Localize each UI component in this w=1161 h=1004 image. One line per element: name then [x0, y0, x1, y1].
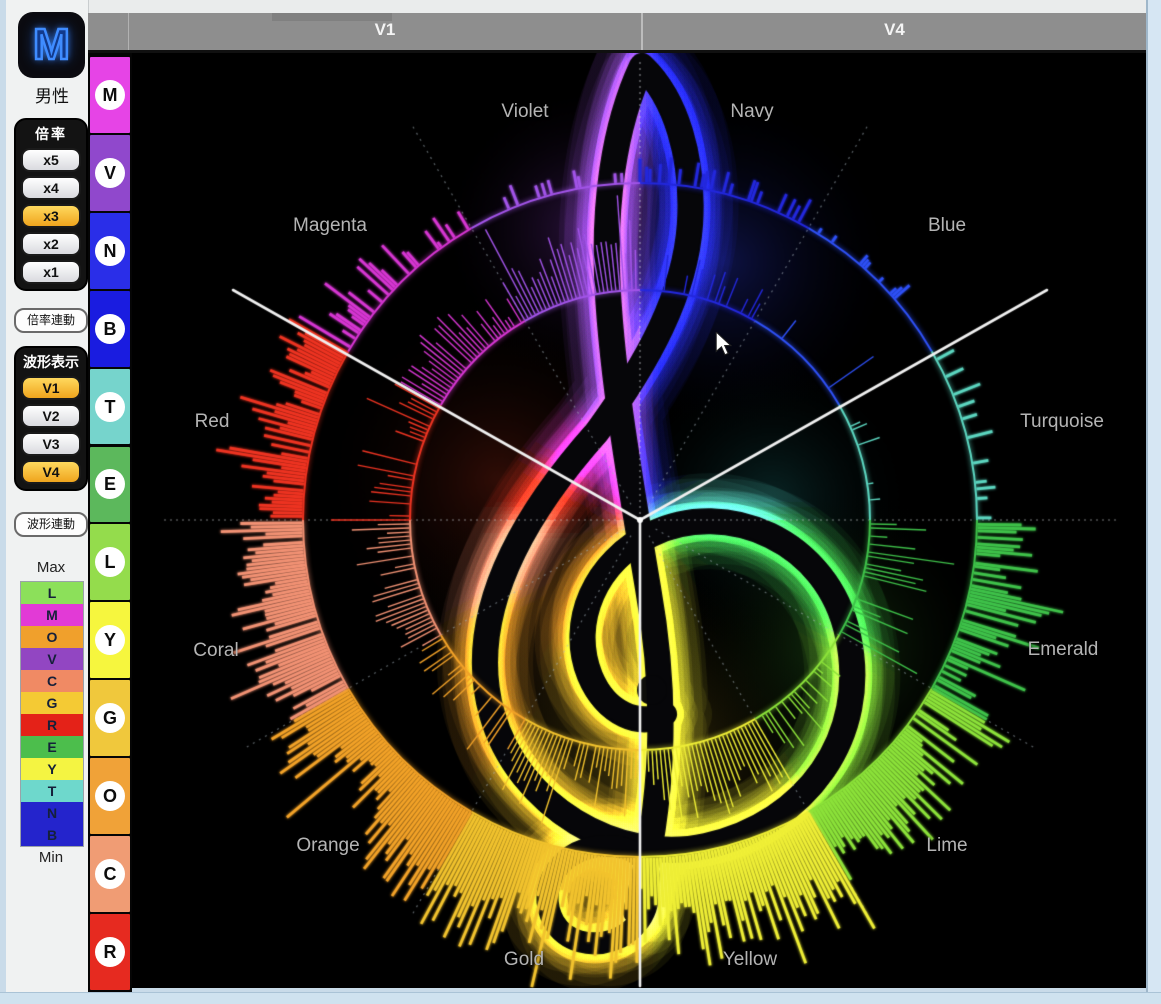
segment-label-coral: Coral — [193, 640, 238, 662]
note-chip-n[interactable]: N — [90, 213, 130, 289]
segment-label-blue: Blue — [928, 215, 966, 237]
waveform-header-bar: V1 V4 — [88, 13, 1146, 53]
segment-label-orange: Orange — [296, 835, 359, 857]
scale-row-b: B — [21, 824, 83, 846]
note-chip-letter: T — [95, 392, 125, 422]
magnification-button-x5[interactable]: x5 — [21, 148, 81, 172]
spectrum-visualization: Violet Navy Magenta Blue Red Turquoise Coral Em… — [132, 53, 1146, 988]
note-letter-strip: M V N B T E L Y G O C R — [88, 53, 132, 992]
note-chip-letter: Y — [95, 625, 125, 655]
waveform-display-title: 波形表示 — [16, 352, 86, 372]
scale-row-c: C — [21, 670, 83, 692]
magnification-group: 倍率 x5 x4 x3 x2 x1 — [14, 118, 88, 291]
header-corner-cell — [88, 13, 129, 50]
note-chip-letter: C — [95, 859, 125, 889]
window-bottom-edge — [0, 992, 1161, 1004]
note-chip-letter: M — [95, 80, 125, 110]
segment-label-yellow: Yellow — [723, 949, 777, 971]
waveform-button-v2[interactable]: V2 — [21, 404, 81, 428]
waveform-link-button[interactable]: 波形連動 — [14, 512, 88, 537]
header-artifact — [272, 13, 392, 21]
scale-max-label: Max — [14, 559, 88, 576]
segment-label-red: Red — [195, 411, 230, 433]
segment-label-gold: Gold — [504, 949, 544, 971]
magnification-button-x3[interactable]: x3 — [21, 204, 81, 228]
note-chip-o[interactable]: O — [90, 758, 130, 834]
note-chip-c[interactable]: C — [90, 836, 130, 912]
note-chip-letter: O — [95, 781, 125, 811]
mouse-cursor — [713, 332, 735, 356]
magnification-button-x1[interactable]: x1 — [21, 260, 81, 284]
scale-row-l: L — [21, 582, 83, 604]
magnification-button-x2[interactable]: x2 — [21, 232, 81, 256]
waveform-button-v4[interactable]: V4 — [21, 460, 81, 484]
scale-row-m: M — [21, 604, 83, 626]
note-chip-letter: R — [95, 937, 125, 967]
note-chip-r[interactable]: R — [90, 914, 130, 990]
note-chip-y[interactable]: Y — [90, 602, 130, 678]
segment-label-violet: Violet — [501, 101, 548, 123]
scale-row-n: N — [21, 802, 83, 824]
scale-row-t: T — [21, 780, 83, 802]
control-sidebar: M 男性 倍率 x5x4x3x2x1 倍率連動 波形表示 V1V2V3V4 波形… — [6, 0, 89, 992]
note-chip-letter: V — [95, 158, 125, 188]
note-chip-l[interactable]: L — [90, 524, 130, 600]
scale-row-v: V — [21, 648, 83, 670]
magnification-button-x4[interactable]: x4 — [21, 176, 81, 200]
note-chip-b[interactable]: B — [90, 291, 130, 367]
note-chip-v[interactable]: V — [90, 135, 130, 211]
segment-label-emerald: Emerald — [1028, 639, 1099, 661]
scale-row-o: O — [21, 626, 83, 648]
segment-label-magenta: Magenta — [293, 215, 367, 237]
note-chip-g[interactable]: G — [90, 680, 130, 756]
scale-row-g: G — [21, 692, 83, 714]
app-logo: M — [18, 12, 85, 78]
app-window: { "logo": { "glyph": "M", "gender_label"… — [0, 0, 1161, 1003]
note-chip-letter: N — [95, 236, 125, 266]
magnification-link-button[interactable]: 倍率連動 — [14, 308, 88, 333]
scale-row-e: E — [21, 736, 83, 758]
waveform-button-v1[interactable]: V1 — [21, 376, 81, 400]
app-logo-letter: M — [33, 20, 70, 70]
spectrum-canvas — [132, 53, 1146, 988]
header-left-label: V1 — [129, 20, 641, 40]
note-chip-m[interactable]: M — [90, 57, 130, 133]
segment-label-turquoise: Turquoise — [1020, 411, 1104, 433]
note-chip-e[interactable]: E — [90, 447, 130, 523]
note-chip-letter: G — [95, 703, 125, 733]
note-chip-t[interactable]: T — [90, 369, 130, 445]
note-chip-letter: B — [95, 314, 125, 344]
loudness-scale: LMOVCGREYTNB — [20, 581, 84, 847]
waveform-button-v3[interactable]: V3 — [21, 432, 81, 456]
note-chip-letter: L — [95, 547, 125, 577]
segment-label-navy: Navy — [730, 101, 773, 123]
note-chip-letter: E — [95, 469, 125, 499]
segment-label-lime: Lime — [926, 835, 967, 857]
scale-min-label: Min — [14, 849, 88, 866]
scale-row-y: Y — [21, 758, 83, 780]
scale-row-r: R — [21, 714, 83, 736]
gender-label: 男性 — [6, 82, 98, 107]
magnification-title: 倍率 — [16, 124, 86, 144]
window-top-strip — [6, 0, 1146, 13]
waveform-display-group: 波形表示 V1 V2 V3 V4 — [14, 346, 88, 491]
header-right-label: V4 — [643, 20, 1146, 40]
window-right-edge — [1148, 0, 1161, 1003]
